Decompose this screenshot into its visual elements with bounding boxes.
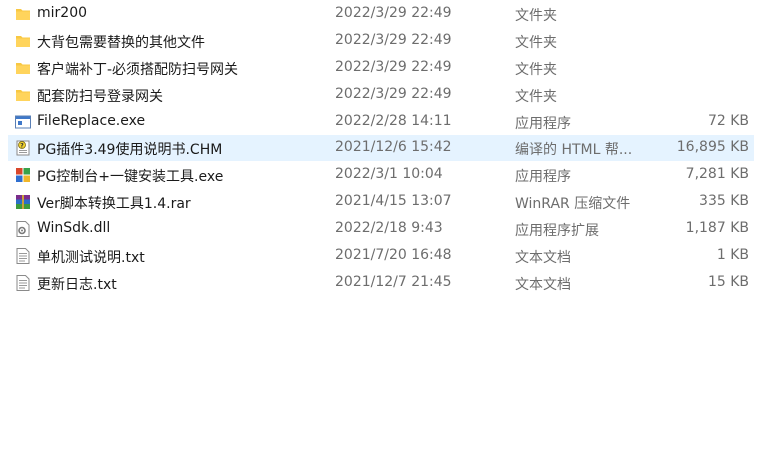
file-date: 2022/3/29 22:49	[335, 86, 452, 102]
folder-icon	[14, 86, 32, 104]
file-type: 文件夹	[515, 62, 557, 78]
file-date: 2021/12/6 15:42	[335, 139, 452, 155]
file-size: 16,895 KB	[676, 139, 749, 155]
file-name: mir200	[37, 5, 88, 21]
app-grid-icon	[14, 166, 32, 184]
text-document-icon	[14, 274, 32, 292]
file-type: 文本文档	[515, 277, 571, 293]
file-date: 2022/3/29 22:49	[335, 32, 452, 48]
file-date: 2022/3/29 22:49	[335, 5, 452, 21]
file-size: 1 KB	[716, 247, 749, 263]
file-name: WinSdk.dll	[37, 220, 111, 236]
file-name: 配套防扫号登录网关	[37, 89, 163, 105]
file-date: 2021/12/7 21:45	[335, 274, 452, 290]
file-name: PG控制台+一键安装工具.exe	[37, 169, 224, 185]
file-type: 编译的 HTML 帮...	[515, 142, 633, 158]
file-row-big-backpack-folder[interactable]: 大背包需要替换的其他文件 2022/3/29 22:49 文件夹	[8, 28, 754, 54]
file-date: 2022/3/1 10:04	[335, 166, 443, 182]
file-name: 大背包需要替换的其他文件	[37, 35, 205, 51]
folder-icon	[14, 32, 32, 50]
file-row-mir200[interactable]: mir200 2022/3/29 22:49 文件夹	[8, 1, 754, 27]
file-type: 应用程序	[515, 169, 571, 185]
file-type: WinRAR 压缩文件	[515, 196, 631, 212]
chm-help-icon: ?	[14, 139, 32, 157]
file-type: 应用程序	[515, 116, 571, 132]
folder-icon	[14, 5, 32, 23]
file-size: 335 KB	[699, 193, 749, 209]
svg-text:?: ?	[20, 142, 24, 149]
file-name: FileReplace.exe	[37, 113, 146, 129]
file-row-login-gateway-folder[interactable]: 配套防扫号登录网关 2022/3/29 22:49 文件夹	[8, 82, 754, 108]
file-type: 文件夹	[515, 8, 557, 24]
file-row-pg-manual-chm[interactable]: ? PG插件3.49使用说明书.CHM 2021/12/6 15:42 编译的 …	[8, 135, 754, 161]
file-date: 2022/2/18 9:43	[335, 220, 443, 236]
file-name: 单机测试说明.txt	[37, 250, 145, 266]
file-date: 2022/3/29 22:49	[335, 59, 452, 75]
file-date: 2021/7/20 16:48	[335, 247, 452, 263]
file-row-filereplace-exe[interactable]: FileReplace.exe 2022/2/28 14:11 应用程序 72 …	[8, 109, 754, 135]
winrar-icon	[14, 193, 32, 211]
file-date: 2022/2/28 14:11	[335, 113, 452, 129]
file-row-winsdk-dll[interactable]: WinSdk.dll 2022/2/18 9:43 应用程序扩展 1,187 K…	[8, 216, 754, 242]
file-size: 72 KB	[707, 113, 749, 129]
file-size: 1,187 KB	[685, 220, 749, 236]
file-name: 更新日志.txt	[37, 277, 117, 293]
file-name: Ver脚本转换工具1.4.rar	[37, 196, 191, 212]
folder-icon	[14, 59, 32, 77]
dll-gear-icon	[14, 220, 32, 238]
file-type: 文件夹	[515, 35, 557, 51]
text-document-icon	[14, 247, 32, 265]
file-type: 文件夹	[515, 89, 557, 105]
file-row-pg-console-exe[interactable]: PG控制台+一键安装工具.exe 2022/3/1 10:04 应用程序 7,2…	[8, 162, 754, 188]
file-size: 15 KB	[707, 274, 749, 290]
file-row-standalone-test-txt[interactable]: 单机测试说明.txt 2021/7/20 16:48 文本文档 1 KB	[8, 243, 754, 269]
file-row-changelog-txt[interactable]: 更新日志.txt 2021/12/7 21:45 文本文档 15 KB	[8, 270, 754, 296]
file-date: 2021/4/15 13:07	[335, 193, 452, 209]
file-size: 7,281 KB	[685, 166, 749, 182]
exe-window-icon	[14, 113, 32, 131]
file-row-ver-script-rar[interactable]: Ver脚本转换工具1.4.rar 2021/4/15 13:07 WinRAR …	[8, 189, 754, 215]
file-type: 应用程序扩展	[515, 223, 599, 239]
file-name: 客户端补丁-必须搭配防扫号网关	[37, 62, 239, 78]
file-name: PG插件3.49使用说明书.CHM	[37, 142, 223, 158]
file-type: 文本文档	[515, 250, 571, 266]
file-row-client-patch-folder[interactable]: 客户端补丁-必须搭配防扫号网关 2022/3/29 22:49 文件夹	[8, 55, 754, 81]
